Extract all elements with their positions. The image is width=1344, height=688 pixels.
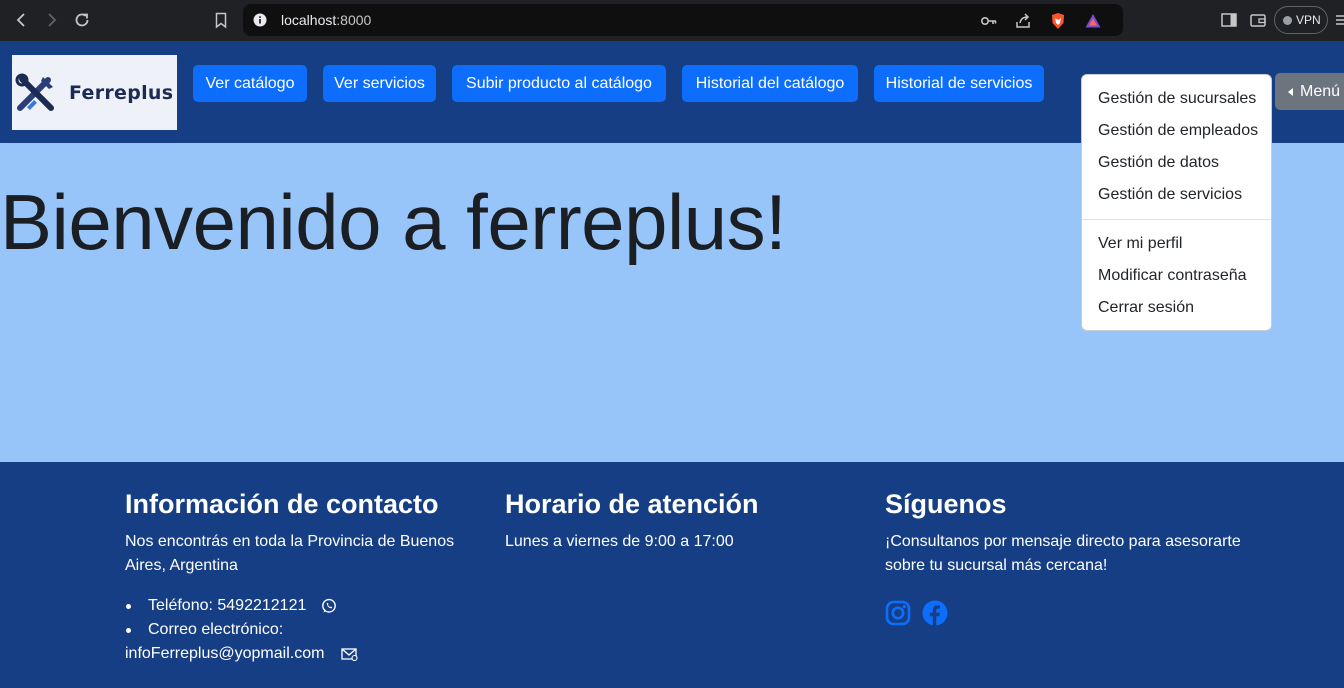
vpn-button[interactable]: VPN xyxy=(1274,6,1328,34)
forward-icon[interactable] xyxy=(42,11,60,29)
sidebar-icon[interactable] xyxy=(1220,11,1238,29)
hours-text: Lunes a viernes de 9:00 a 17:00 xyxy=(505,533,734,550)
back-icon[interactable] xyxy=(13,11,31,29)
hours-title: Horario de atención xyxy=(505,489,759,519)
reload-icon[interactable] xyxy=(73,11,91,29)
contact-title: Información de contacto xyxy=(125,489,439,519)
tools-icon xyxy=(15,73,54,111)
ver-servicios-button[interactable]: Ver servicios xyxy=(323,65,436,102)
historial-catalogo-button[interactable]: Historial del catálogo xyxy=(682,65,858,102)
hours-section: Horario de atención Lunes a viernes de 9… xyxy=(505,486,835,554)
welcome-title: Bienvenido a ferreplus! xyxy=(0,178,787,266)
email-item: infoFerreplus@yopmail.com xyxy=(125,642,465,666)
follow-section: Síguenos ¡Consultanos por mensaje direct… xyxy=(885,486,1245,626)
subir-producto-button[interactable]: Subir producto al catálogo xyxy=(452,65,666,102)
menu-item-modificar-contrasena[interactable]: Modificar contraseña xyxy=(1082,260,1271,292)
whatsapp-icon[interactable] xyxy=(321,598,337,614)
brave-rewards-icon[interactable] xyxy=(1084,12,1102,30)
menu-dropdown-button[interactable]: Menú xyxy=(1275,73,1344,110)
ver-catalogo-button[interactable]: Ver catálogo xyxy=(193,65,307,102)
menu-item-gestion-sucursales[interactable]: Gestión de sucursales xyxy=(1082,83,1271,115)
facebook-icon[interactable] xyxy=(922,600,948,626)
follow-text: ¡Consultanos por mensaje directo para as… xyxy=(885,533,1241,574)
site-info-icon[interactable] xyxy=(253,13,267,27)
menu-item-gestion-servicios[interactable]: Gestión de servicios xyxy=(1082,179,1271,211)
historial-servicios-button[interactable]: Historial de servicios xyxy=(874,65,1044,102)
footer: Información de contacto Nos encontrás en… xyxy=(0,462,1344,688)
phone-text: Teléfono: 5492212121 xyxy=(148,597,307,614)
brave-shields-icon[interactable] xyxy=(1049,12,1067,30)
contact-section: Información de contacto Nos encontrás en… xyxy=(125,486,465,666)
bookmark-icon[interactable] xyxy=(212,11,230,29)
menu-item-gestion-datos[interactable]: Gestión de datos xyxy=(1082,147,1271,179)
share-icon[interactable] xyxy=(1014,12,1032,30)
caret-left-icon xyxy=(1288,88,1293,96)
password-key-icon[interactable] xyxy=(980,12,998,30)
mail-icon[interactable] xyxy=(341,647,358,661)
contact-text: Nos encontrás en toda la Provincia de Bu… xyxy=(125,533,455,574)
wallet-icon[interactable] xyxy=(1249,11,1267,29)
menu-divider xyxy=(1082,219,1271,220)
menu-item-cerrar-sesion[interactable]: Cerrar sesión xyxy=(1082,292,1271,324)
email-text[interactable]: infoFerreplus@yopmail.com xyxy=(125,645,324,662)
browser-menu-icon[interactable] xyxy=(1335,11,1344,29)
instagram-icon[interactable] xyxy=(885,600,911,626)
url-text: localhost:8000 xyxy=(281,12,372,28)
menu-dropdown: Gestión de sucursales Gestión de emplead… xyxy=(1081,74,1272,331)
email-label-item: Correo electrónico: xyxy=(125,618,465,642)
menu-item-gestion-empleados[interactable]: Gestión de empleados xyxy=(1082,115,1271,147)
contact-list: Teléfono: 5492212121 Correo electrónico:… xyxy=(125,594,465,666)
menu-item-ver-perfil[interactable]: Ver mi perfil xyxy=(1082,228,1271,260)
social-links xyxy=(885,600,1245,626)
logo[interactable]: Ferreplus xyxy=(12,55,177,130)
phone-item: Teléfono: 5492212121 xyxy=(125,594,465,618)
address-bar[interactable]: localhost:8000 xyxy=(243,4,1123,36)
browser-toolbar: localhost:8000 VPN xyxy=(0,0,1344,41)
email-label: Correo electrónico: xyxy=(148,621,284,638)
brand-name: Ferreplus xyxy=(69,82,174,104)
menu-label: Menú xyxy=(1300,83,1341,100)
follow-title: Síguenos xyxy=(885,489,1007,519)
